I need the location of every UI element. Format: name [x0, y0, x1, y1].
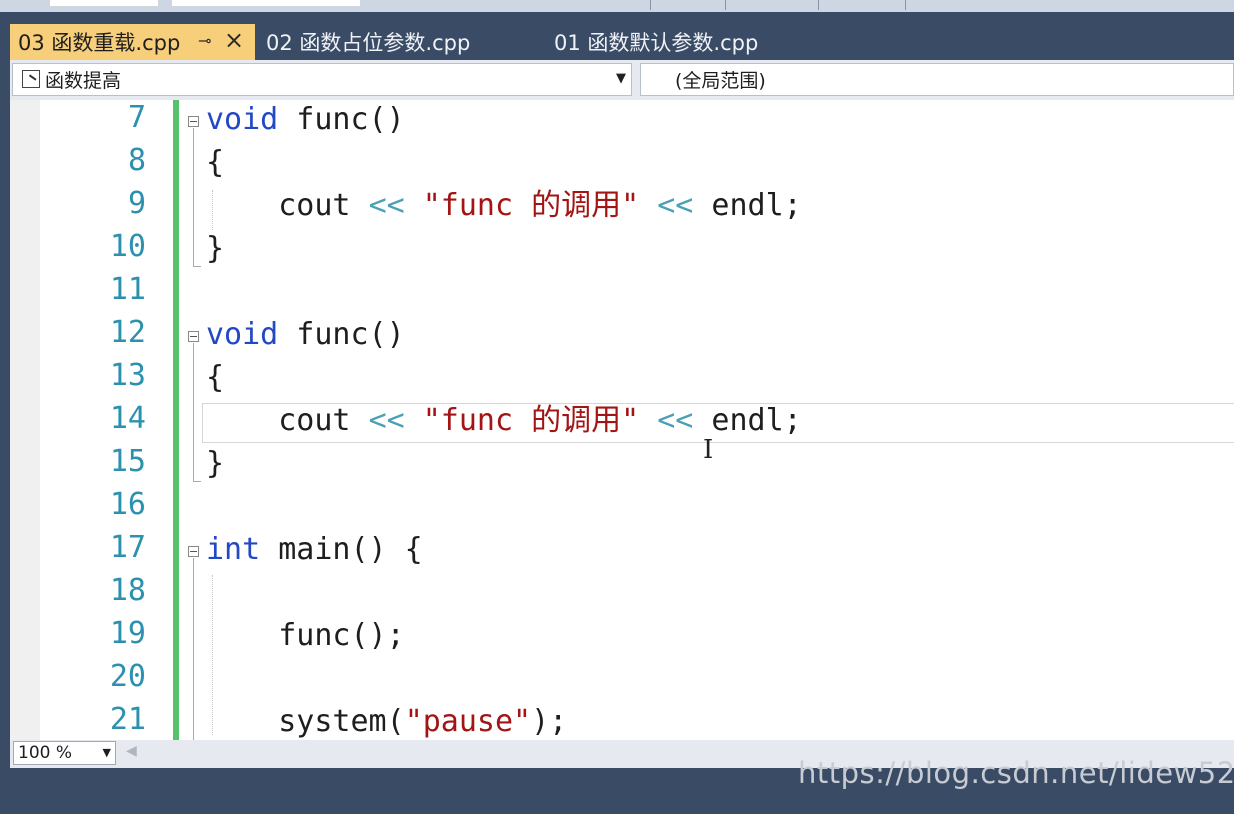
line-number: 11 — [109, 272, 146, 307]
code-text: main() { — [260, 532, 423, 567]
scope-dropdown-value: (全局范围) — [675, 70, 766, 92]
code-text: cout — [278, 188, 369, 223]
fold-guide — [193, 128, 194, 266]
collapse-icon[interactable] — [188, 546, 199, 557]
operator: << — [368, 188, 405, 223]
string-literal: "pause" — [404, 704, 532, 739]
tab-01-function-default-params[interactable]: 01 函数默认参数.cpp — [546, 24, 838, 60]
string-literal: "func 的调用" — [404, 188, 658, 223]
tab-label: 02 函数占位参数.cpp — [266, 31, 471, 55]
document-tab-bar: 03 函数重载.cpp ⊸ × 02 函数占位参数.cpp 01 函数默认参数.… — [0, 12, 1234, 60]
line-number: 12 — [109, 315, 146, 350]
change-tracking-bar — [173, 100, 179, 740]
toolbar-separator — [905, 0, 906, 10]
fold-guide — [193, 481, 201, 482]
pin-icon[interactable]: ⊸ — [198, 31, 211, 50]
line-number: 21 — [109, 702, 146, 737]
code-text: endl; — [693, 403, 802, 438]
code-text: endl; — [693, 188, 802, 223]
chevron-down-icon[interactable]: ▼ — [616, 71, 626, 86]
keyword: void — [206, 102, 279, 137]
line-number: 20 — [109, 659, 146, 694]
code-text: func() — [278, 317, 405, 352]
line-number: 19 — [109, 616, 146, 651]
operator: << — [657, 403, 694, 438]
zoom-dropdown[interactable]: 100 % ▼ — [13, 741, 116, 765]
line-number: 14 — [109, 401, 146, 436]
text-cursor-icon: I — [703, 435, 714, 465]
tab-label: 01 函数默认参数.cpp — [554, 31, 759, 55]
scroll-left-icon[interactable]: ◀ — [126, 743, 137, 759]
navigation-bar: 函数提高 ▼ (全局范围) — [10, 60, 1234, 100]
collapse-icon[interactable] — [188, 331, 199, 342]
fold-guide — [193, 343, 194, 481]
code-text: ); — [531, 704, 568, 739]
code-line[interactable]: } — [206, 444, 224, 484]
project-icon — [22, 70, 40, 88]
line-number: 15 — [109, 444, 146, 479]
line-number: 16 — [109, 487, 146, 522]
project-dropdown[interactable]: 函数提高 ▼ — [12, 63, 632, 96]
line-number: 10 — [109, 229, 146, 264]
tab-03-function-overload[interactable]: 03 函数重载.cpp ⊸ × — [10, 24, 255, 60]
code-editor[interactable]: 7 8 9 10 11 12 13 14 15 16 17 18 19 20 2… — [10, 100, 1234, 740]
code-line[interactable]: void func() — [206, 100, 405, 140]
watermark: https://blog.csdn.net/lidew521 — [798, 756, 1234, 790]
code-text: system( — [206, 704, 405, 739]
code-line[interactable]: void func() — [206, 315, 405, 355]
fold-guide — [193, 266, 201, 267]
line-number: 17 — [109, 530, 146, 565]
code-line[interactable]: func(); — [206, 616, 404, 656]
zoom-value: 100 % — [18, 743, 73, 763]
code-line[interactable]: cout << "func 的调用" << endl; — [206, 186, 802, 226]
collapse-icon[interactable] — [188, 116, 199, 127]
toolbar-strip — [0, 0, 1234, 12]
line-number: 18 — [109, 573, 146, 608]
fold-guide — [193, 558, 194, 740]
line-number: 9 — [127, 186, 146, 221]
keyword: int — [206, 532, 261, 567]
scope-dropdown[interactable]: (全局范围) — [640, 63, 1234, 96]
chevron-down-icon[interactable]: ▼ — [103, 742, 111, 764]
tab-label: 03 函数重载.cpp — [18, 31, 181, 55]
line-number: 8 — [127, 143, 146, 178]
toolbar-field[interactable] — [172, 0, 360, 6]
code-text: func() — [278, 102, 405, 137]
code-line[interactable]: { — [206, 358, 224, 398]
code-line[interactable]: int main() { — [206, 530, 423, 570]
toolbar-separator — [818, 0, 819, 10]
toolbar-separator — [725, 0, 726, 10]
code-text: cout — [278, 403, 369, 438]
tab-02-function-placeholder-params[interactable]: 02 函数占位参数.cpp — [258, 24, 543, 60]
toolbar-separator — [650, 0, 651, 10]
line-number: 7 — [127, 100, 146, 135]
string-literal: "func 的调用" — [404, 403, 658, 438]
toolbar-field[interactable] — [50, 0, 158, 6]
code-line[interactable]: { — [206, 143, 224, 183]
code-line[interactable]: } — [206, 229, 224, 269]
line-number: 13 — [109, 358, 146, 393]
indicator-margin — [10, 100, 40, 740]
code-line[interactable]: system("pause"); — [206, 702, 567, 740]
project-dropdown-value: 函数提高 — [45, 70, 122, 92]
close-icon[interactable]: × — [224, 26, 244, 54]
keyword: void — [206, 317, 279, 352]
operator: << — [368, 403, 405, 438]
operator: << — [657, 188, 694, 223]
